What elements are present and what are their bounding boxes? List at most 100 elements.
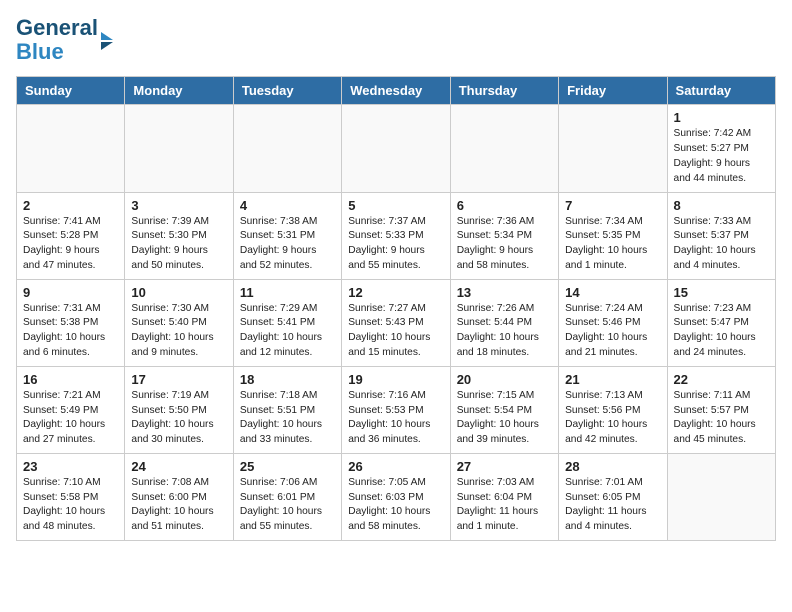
calendar-cell bbox=[450, 105, 558, 192]
weekday-header-thursday: Thursday bbox=[450, 77, 558, 105]
weekday-header-friday: Friday bbox=[559, 77, 667, 105]
day-info: Sunrise: 7:06 AM Sunset: 6:01 PM Dayligh… bbox=[240, 476, 335, 535]
calendar-table: SundayMondayTuesdayWednesdayThursdayFrid… bbox=[16, 76, 776, 541]
calendar-cell: 25 Sunrise: 7:06 AM Sunset: 6:01 PM Dayli… bbox=[233, 453, 341, 540]
day-number: 19 bbox=[348, 372, 443, 387]
day-info: Sunrise: 7:13 AM Sunset: 5:56 PM Dayligh… bbox=[565, 389, 660, 448]
calendar-cell: 4 Sunrise: 7:38 AM Sunset: 5:31 PM Daylig… bbox=[233, 192, 341, 279]
calendar-cell: 18 Sunrise: 7:18 AM Sunset: 5:51 PM Dayli… bbox=[233, 366, 341, 453]
calendar-cell: 24 Sunrise: 7:08 AM Sunset: 6:00 PM Dayli… bbox=[125, 453, 233, 540]
calendar-cell: 20 Sunrise: 7:15 AM Sunset: 5:54 PM Dayli… bbox=[450, 366, 558, 453]
day-number: 24 bbox=[131, 459, 226, 474]
calendar-cell: 21 Sunrise: 7:13 AM Sunset: 5:56 PM Dayli… bbox=[559, 366, 667, 453]
day-number: 18 bbox=[240, 372, 335, 387]
day-number: 10 bbox=[131, 285, 226, 300]
day-info: Sunrise: 7:41 AM Sunset: 5:28 PM Dayligh… bbox=[23, 215, 118, 274]
page-header: GeneralBlue bbox=[16, 16, 776, 64]
day-number: 5 bbox=[348, 198, 443, 213]
day-info: Sunrise: 7:29 AM Sunset: 5:41 PM Dayligh… bbox=[240, 302, 335, 361]
day-number: 8 bbox=[674, 198, 769, 213]
calendar-cell bbox=[125, 105, 233, 192]
day-number: 13 bbox=[457, 285, 552, 300]
calendar-cell bbox=[233, 105, 341, 192]
day-info: Sunrise: 7:21 AM Sunset: 5:49 PM Dayligh… bbox=[23, 389, 118, 448]
day-number: 23 bbox=[23, 459, 118, 474]
calendar-cell: 10 Sunrise: 7:30 AM Sunset: 5:40 PM Dayli… bbox=[125, 279, 233, 366]
day-info: Sunrise: 7:39 AM Sunset: 5:30 PM Dayligh… bbox=[131, 215, 226, 274]
weekday-header-monday: Monday bbox=[125, 77, 233, 105]
calendar-cell: 7 Sunrise: 7:34 AM Sunset: 5:35 PM Daylig… bbox=[559, 192, 667, 279]
calendar-cell: 11 Sunrise: 7:29 AM Sunset: 5:41 PM Dayli… bbox=[233, 279, 341, 366]
logo-text: GeneralBlue bbox=[16, 16, 98, 64]
calendar-cell: 23 Sunrise: 7:10 AM Sunset: 5:58 PM Dayli… bbox=[17, 453, 125, 540]
day-number: 12 bbox=[348, 285, 443, 300]
weekday-header-wednesday: Wednesday bbox=[342, 77, 450, 105]
calendar-cell bbox=[342, 105, 450, 192]
day-number: 17 bbox=[131, 372, 226, 387]
day-info: Sunrise: 7:24 AM Sunset: 5:46 PM Dayligh… bbox=[565, 302, 660, 361]
day-info: Sunrise: 7:23 AM Sunset: 5:47 PM Dayligh… bbox=[674, 302, 769, 361]
calendar-cell: 9 Sunrise: 7:31 AM Sunset: 5:38 PM Daylig… bbox=[17, 279, 125, 366]
calendar-cell: 2 Sunrise: 7:41 AM Sunset: 5:28 PM Daylig… bbox=[17, 192, 125, 279]
day-number: 3 bbox=[131, 198, 226, 213]
day-number: 6 bbox=[457, 198, 552, 213]
calendar-cell: 12Sunrise: 7:27 AM Sunset: 5:43 PM Dayli… bbox=[342, 279, 450, 366]
day-number: 25 bbox=[240, 459, 335, 474]
day-info: Sunrise: 7:10 AM Sunset: 5:58 PM Dayligh… bbox=[23, 476, 118, 535]
calendar-cell bbox=[667, 453, 775, 540]
weekday-header-sunday: Sunday bbox=[17, 77, 125, 105]
calendar-cell: 27 Sunrise: 7:03 AM Sunset: 6:04 PM Dayli… bbox=[450, 453, 558, 540]
day-number: 11 bbox=[240, 285, 335, 300]
day-number: 16 bbox=[23, 372, 118, 387]
day-info: Sunrise: 7:30 AM Sunset: 5:40 PM Dayligh… bbox=[131, 302, 226, 361]
day-info: Sunrise: 7:01 AM Sunset: 6:05 PM Dayligh… bbox=[565, 476, 660, 535]
calendar-cell: 19 Sunrise: 7:16 AM Sunset: 5:53 PM Dayli… bbox=[342, 366, 450, 453]
calendar-cell: 22 Sunrise: 7:11 AM Sunset: 5:57 PM Dayli… bbox=[667, 366, 775, 453]
calendar-cell: 15 Sunrise: 7:23 AM Sunset: 5:47 PM Dayli… bbox=[667, 279, 775, 366]
calendar-cell: 1 Sunrise: 7:42 AM Sunset: 5:27 PM Daylig… bbox=[667, 105, 775, 192]
calendar-cell: 16 Sunrise: 7:21 AM Sunset: 5:49 PM Dayli… bbox=[17, 366, 125, 453]
day-number: 9 bbox=[23, 285, 118, 300]
day-number: 7 bbox=[565, 198, 660, 213]
calendar-cell: 6 Sunrise: 7:36 AM Sunset: 5:34 PM Daylig… bbox=[450, 192, 558, 279]
calendar-cell: 3 Sunrise: 7:39 AM Sunset: 5:30 PM Daylig… bbox=[125, 192, 233, 279]
day-info: Sunrise: 7:33 AM Sunset: 5:37 PM Dayligh… bbox=[674, 215, 769, 274]
day-number: 1 bbox=[674, 110, 769, 125]
calendar-cell: 5 Sunrise: 7:37 AM Sunset: 5:33 PM Daylig… bbox=[342, 192, 450, 279]
day-number: 21 bbox=[565, 372, 660, 387]
day-number: 27 bbox=[457, 459, 552, 474]
calendar-cell: 14 Sunrise: 7:24 AM Sunset: 5:46 PM Dayli… bbox=[559, 279, 667, 366]
calendar-cell: 26Sunrise: 7:05 AM Sunset: 6:03 PM Dayli… bbox=[342, 453, 450, 540]
calendar-cell: 13 Sunrise: 7:26 AM Sunset: 5:44 PM Dayli… bbox=[450, 279, 558, 366]
day-info: Sunrise: 7:19 AM Sunset: 5:50 PM Dayligh… bbox=[131, 389, 226, 448]
calendar-cell: 8 Sunrise: 7:33 AM Sunset: 5:37 PM Daylig… bbox=[667, 192, 775, 279]
day-number: 14 bbox=[565, 285, 660, 300]
day-info: Sunrise: 7:26 AM Sunset: 5:44 PM Dayligh… bbox=[457, 302, 552, 361]
day-info: Sunrise: 7:05 AM Sunset: 6:03 PM Dayligh… bbox=[348, 476, 443, 535]
weekday-header-tuesday: Tuesday bbox=[233, 77, 341, 105]
calendar-cell bbox=[559, 105, 667, 192]
day-number: 4 bbox=[240, 198, 335, 213]
calendar-cell: 28 Sunrise: 7:01 AM Sunset: 6:05 PM Dayli… bbox=[559, 453, 667, 540]
day-info: Sunrise: 7:37 AM Sunset: 5:33 PM Dayligh… bbox=[348, 215, 443, 274]
day-info: Sunrise: 7:31 AM Sunset: 5:38 PM Dayligh… bbox=[23, 302, 118, 361]
calendar-cell bbox=[17, 105, 125, 192]
day-number: 28 bbox=[565, 459, 660, 474]
day-info: Sunrise: 7:08 AM Sunset: 6:00 PM Dayligh… bbox=[131, 476, 226, 535]
day-number: 22 bbox=[674, 372, 769, 387]
day-info: Sunrise: 7:03 AM Sunset: 6:04 PM Dayligh… bbox=[457, 476, 552, 535]
day-info: Sunrise: 7:15 AM Sunset: 5:54 PM Dayligh… bbox=[457, 389, 552, 448]
day-info: Sunrise: 7:16 AM Sunset: 5:53 PM Dayligh… bbox=[348, 389, 443, 448]
day-number: 20 bbox=[457, 372, 552, 387]
day-info: Sunrise: 7:11 AM Sunset: 5:57 PM Dayligh… bbox=[674, 389, 769, 448]
day-info: Sunrise: 7:18 AM Sunset: 5:51 PM Dayligh… bbox=[240, 389, 335, 448]
day-info: Sunrise: 7:36 AM Sunset: 5:34 PM Dayligh… bbox=[457, 215, 552, 274]
calendar-cell: 17 Sunrise: 7:19 AM Sunset: 5:50 PM Dayli… bbox=[125, 366, 233, 453]
logo: GeneralBlue bbox=[16, 16, 113, 64]
day-info: Sunrise: 7:42 AM Sunset: 5:27 PM Dayligh… bbox=[674, 127, 769, 186]
day-info: Sunrise: 7:38 AM Sunset: 5:31 PM Dayligh… bbox=[240, 215, 335, 274]
day-number: 2 bbox=[23, 198, 118, 213]
day-info: Sunrise: 7:34 AM Sunset: 5:35 PM Dayligh… bbox=[565, 215, 660, 274]
day-number: 15 bbox=[674, 285, 769, 300]
weekday-header-saturday: Saturday bbox=[667, 77, 775, 105]
